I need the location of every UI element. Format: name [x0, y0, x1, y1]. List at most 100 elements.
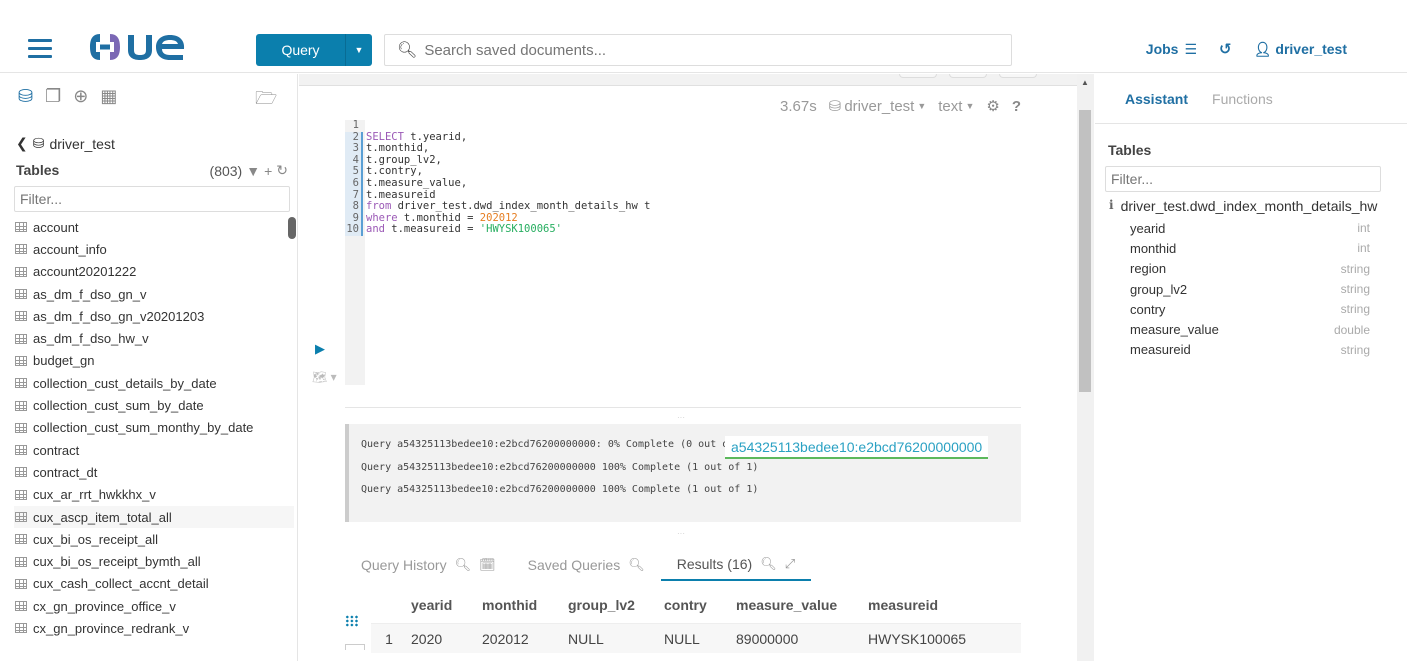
table-list-item[interactable]: collection_cust_details_by_date	[14, 372, 294, 394]
zoom-search-icon[interactable]: ⊕	[73, 86, 88, 107]
run-query-play-icon[interactable]: ▶	[315, 341, 325, 357]
expand-icon[interactable]: ⤢	[785, 556, 795, 572]
table-list-item[interactable]: cux_ar_rrt_hwkkhx_v	[14, 484, 294, 506]
map-icon[interactable]: 🗺︎ ▾	[312, 370, 337, 384]
table-list-item[interactable]: collection_cust_sum_by_date	[14, 394, 294, 416]
gear-icon[interactable]: ⚙	[986, 97, 999, 115]
table-list-item[interactable]: cx_gn_province_redrank_v	[14, 617, 294, 639]
search-documents-box[interactable]: 🔍︎	[384, 34, 1012, 66]
table-cell: NULL	[568, 630, 604, 647]
code-token: t.measure_value,	[366, 176, 468, 189]
table-list-item[interactable]: cx_gn_province_office_v	[14, 595, 294, 617]
assistant-table-name[interactable]: i driver_test.dwd_index_month_details_hw	[1109, 198, 1377, 214]
tab-query-history[interactable]: Query History 🔍︎ 🗓︎	[345, 551, 512, 579]
tab-functions[interactable]: Functions	[1212, 91, 1273, 107]
column-header[interactable]: measureid	[860, 597, 990, 613]
table-list-item[interactable]: cux_bi_os_receipt_bymth_all	[14, 550, 294, 572]
query-button-label[interactable]: Query	[256, 34, 346, 66]
snippet-tab[interactable]	[949, 74, 987, 78]
database-selector[interactable]: ⛁ driver_test ▼	[828, 97, 927, 116]
query-button[interactable]: Query ▼	[256, 34, 372, 66]
column-name: measure_value	[1130, 322, 1219, 338]
table-list-item[interactable]: contract	[14, 439, 294, 461]
table-list-item[interactable]: budget_gn	[14, 350, 294, 372]
open-folder-icon[interactable]: 🗁︎	[255, 86, 277, 116]
table-list-item[interactable]: as_dm_f_dso_gn_v	[14, 283, 294, 305]
editor-scrollbar[interactable]: ▲	[1077, 74, 1094, 661]
refresh-icon[interactable]: ↻	[276, 162, 288, 179]
assistant-column-item[interactable]: monthid int	[1130, 238, 1370, 258]
database-back-link[interactable]: ❮ ⛁ driver_test	[16, 135, 115, 152]
filter-icon[interactable]: ▼	[246, 163, 260, 179]
snippet-tab[interactable]	[899, 74, 937, 78]
code-token: 202012	[479, 211, 518, 224]
table-name: contract_dt	[33, 464, 98, 480]
code-line[interactable]: 10 and t.measureid = 'HWYSK100065'	[345, 224, 650, 236]
hue-logo[interactable]	[88, 32, 188, 62]
table-row[interactable]: 1 2020 202012 NULL NULL 89000000 HWYSK100065	[371, 623, 1021, 653]
assistant-filter-input[interactable]	[1105, 166, 1381, 192]
search-icon[interactable]: 🔍︎	[628, 557, 645, 573]
clear-history-icon[interactable]: 🗓︎	[479, 557, 496, 573]
snippet-tab[interactable]	[999, 74, 1037, 78]
jobs-button[interactable]: Jobs ☰	[1146, 41, 1197, 58]
tables-header: Tables (803) ▼ + ↻	[16, 162, 288, 179]
search-documents-input[interactable]	[424, 41, 985, 59]
tab-results[interactable]: Results (16) 🔍︎ ⤢	[660, 551, 812, 581]
info-icon[interactable]: i	[1109, 198, 1114, 214]
tab-query-history-label: Query History	[361, 557, 447, 573]
code-token: t.measureid =	[384, 223, 480, 236]
table-list-item[interactable]: cux_cash_collect_accnt_detail	[14, 573, 294, 595]
help-icon[interactable]: ?	[1012, 98, 1021, 115]
tables-filter-input[interactable]	[14, 186, 290, 212]
grid-view-icon[interactable]	[345, 615, 359, 627]
table-list-item[interactable]: account_info	[14, 238, 294, 260]
column-header[interactable]: contry	[656, 597, 728, 613]
grid-apps-icon[interactable]: ▦	[100, 86, 117, 107]
table-list-item[interactable]: as_dm_f_dso_gn_v20201203	[14, 305, 294, 327]
table-list-item[interactable]: collection_cust_sum_monthy_by_date	[14, 417, 294, 439]
assistant-column-item[interactable]: group_lv2 string	[1130, 279, 1370, 299]
column-header[interactable]: group_lv2	[560, 597, 656, 613]
column-header[interactable]: monthid	[474, 597, 560, 613]
table-list-item[interactable]: as_dm_f_dso_hw_v	[14, 327, 294, 349]
tab-saved-queries[interactable]: Saved Queries 🔍︎	[512, 551, 661, 579]
search-icon[interactable]: 🔍︎	[760, 556, 777, 572]
history-icon[interactable]: ↺	[1219, 40, 1232, 58]
format-selector[interactable]: text ▼	[938, 98, 974, 115]
table-icon	[15, 623, 27, 634]
table-list-item[interactable]: account	[14, 216, 294, 238]
scroll-up-arrow-icon[interactable]: ▲	[1081, 78, 1089, 87]
chart-view-icon[interactable]	[345, 644, 365, 650]
resize-grip[interactable]: ···	[675, 530, 687, 538]
table-cell: NULL	[664, 630, 700, 647]
table-list-scrollbar[interactable]	[288, 217, 296, 239]
user-menu[interactable]: 👤︎ driver_test	[1254, 41, 1347, 58]
assistant-column-item[interactable]: region string	[1130, 259, 1370, 279]
scrollbar-thumb[interactable]	[1079, 110, 1091, 392]
query-dropdown-caret-icon[interactable]: ▼	[346, 34, 372, 66]
assistant-column-item[interactable]: yearid int	[1130, 218, 1370, 238]
assistant-column-item[interactable]: measureid string	[1130, 340, 1370, 360]
assistant-column-item[interactable]: measure_value double	[1130, 319, 1370, 339]
table-cell: 89000000	[736, 630, 799, 647]
assistant-column-item[interactable]: contry string	[1130, 299, 1370, 319]
sql-editor[interactable]: 1 2 SELECT t.yearid, 3 t.monthid, 4 t.group_lv…	[345, 119, 650, 236]
column-type: string	[1340, 342, 1370, 357]
table-list-item[interactable]: contract_dt	[14, 461, 294, 483]
table-icon	[15, 311, 27, 322]
search-icon[interactable]: 🔍︎	[455, 557, 472, 573]
documents-icon[interactable]: ❐	[45, 86, 61, 107]
resize-grip[interactable]: ···	[675, 414, 687, 422]
tab-assistant[interactable]: Assistant	[1125, 91, 1188, 107]
add-icon[interactable]: +	[264, 163, 272, 179]
column-header[interactable]: measure_value	[728, 597, 860, 613]
column-header[interactable]: yearid	[403, 597, 474, 613]
table-list-item[interactable]: cux_ascp_item_total_all	[14, 505, 294, 529]
database-icon: ⛁	[828, 98, 842, 115]
column-type: string	[1340, 282, 1370, 297]
table-list-item[interactable]: cux_bi_os_receipt_all	[14, 528, 294, 550]
hamburger-menu-icon[interactable]	[28, 39, 52, 59]
database-icon[interactable]: ⛁	[18, 86, 33, 107]
table-list-item[interactable]: account20201222	[14, 261, 294, 283]
